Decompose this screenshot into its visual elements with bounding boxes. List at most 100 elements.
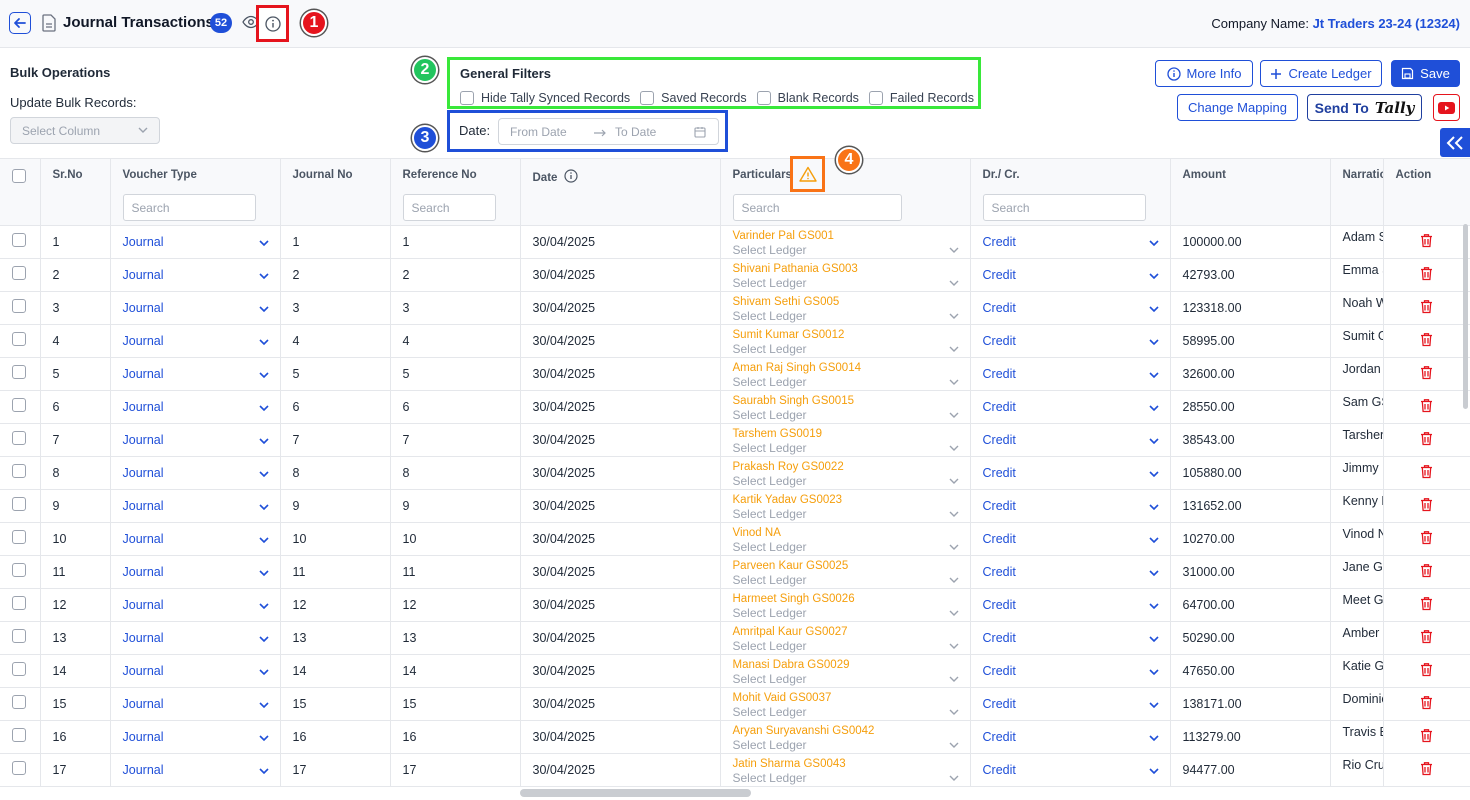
narration-cell[interactable]: Katie G bbox=[1330, 654, 1384, 688]
table-row[interactable]: 12 Journal 12 12 30/04/2025 Harmeet Singh GS0… bbox=[0, 588, 1470, 622]
change-mapping-button[interactable]: Change Mapping bbox=[1177, 94, 1298, 121]
table-row[interactable]: 5 Journal 5 5 30/04/2025 Aman Raj Singh GS001… bbox=[0, 357, 1470, 391]
voucher-type-dropdown[interactable]: Journal bbox=[110, 357, 281, 391]
horizontal-scrollbar[interactable] bbox=[520, 789, 751, 797]
amount-cell[interactable]: 10270.00 bbox=[1170, 522, 1331, 556]
amount-cell[interactable]: 31000.00 bbox=[1170, 555, 1331, 589]
amount-cell[interactable]: 42793.00 bbox=[1170, 258, 1331, 292]
row-checkbox[interactable] bbox=[12, 299, 26, 313]
delete-row-button[interactable] bbox=[1420, 233, 1433, 251]
particulars-ledger-dropdown[interactable]: Kartik Yadav GS0023 Select Ledger bbox=[720, 489, 971, 523]
amount-cell[interactable]: 105880.00 bbox=[1170, 456, 1331, 490]
row-checkbox[interactable] bbox=[12, 332, 26, 346]
particulars-search-input[interactable]: Search bbox=[732, 194, 902, 221]
filter-hide-tally-synced[interactable]: Hide Tally Synced Records bbox=[460, 91, 630, 105]
particulars-ledger-dropdown[interactable]: Saurabh Singh GS0015 Select Ledger bbox=[720, 390, 971, 424]
delete-row-button[interactable] bbox=[1420, 299, 1433, 317]
row-checkbox[interactable] bbox=[12, 398, 26, 412]
table-row[interactable]: 13 Journal 13 13 30/04/2025 Amritpal Kaur GS0… bbox=[0, 621, 1470, 655]
amount-cell[interactable]: 113279.00 bbox=[1170, 720, 1331, 754]
delete-row-button[interactable] bbox=[1420, 332, 1433, 350]
voucher-type-search-input[interactable]: Search bbox=[122, 194, 256, 221]
dr-cr-dropdown[interactable]: Credit bbox=[970, 687, 1171, 721]
voucher-type-dropdown[interactable]: Journal bbox=[110, 390, 281, 424]
amount-cell[interactable]: 58995.00 bbox=[1170, 324, 1331, 358]
narration-cell[interactable]: Jordan bbox=[1330, 357, 1384, 391]
voucher-type-dropdown[interactable]: Journal bbox=[110, 687, 281, 721]
amount-cell[interactable]: 64700.00 bbox=[1170, 588, 1331, 622]
from-date-placeholder[interactable]: From Date bbox=[510, 125, 567, 139]
row-checkbox[interactable] bbox=[12, 266, 26, 280]
dr-cr-dropdown[interactable]: Credit bbox=[970, 555, 1171, 589]
amount-cell[interactable]: 131652.00 bbox=[1170, 489, 1331, 523]
table-row[interactable]: 3 Journal 3 3 30/04/2025 Shivam Sethi GS005 Se… bbox=[0, 291, 1470, 325]
voucher-type-dropdown[interactable]: Journal bbox=[110, 522, 281, 556]
row-checkbox[interactable] bbox=[12, 629, 26, 643]
particulars-ledger-dropdown[interactable]: Harmeet Singh GS0026 Select Ledger bbox=[720, 588, 971, 622]
voucher-type-dropdown[interactable]: Journal bbox=[110, 258, 281, 292]
vertical-scrollbar[interactable] bbox=[1463, 224, 1468, 409]
narration-cell[interactable]: Sumit G bbox=[1330, 324, 1384, 358]
table-row[interactable]: 2 Journal 2 2 30/04/2025 Shivani Pathania GS0… bbox=[0, 258, 1470, 292]
info-button[interactable] bbox=[256, 5, 289, 42]
row-checkbox[interactable] bbox=[12, 233, 26, 247]
dr-cr-search-input[interactable]: Search bbox=[982, 194, 1146, 221]
voucher-type-dropdown[interactable]: Journal bbox=[110, 720, 281, 754]
row-checkbox[interactable] bbox=[12, 365, 26, 379]
dr-cr-dropdown[interactable]: Credit bbox=[970, 225, 1171, 259]
table-row[interactable]: 17 Journal 17 17 30/04/2025 Jatin Sharma GS00… bbox=[0, 753, 1470, 787]
dr-cr-dropdown[interactable]: Credit bbox=[970, 258, 1171, 292]
to-date-placeholder[interactable]: To Date bbox=[615, 125, 656, 139]
narration-cell[interactable]: Kenny N bbox=[1330, 489, 1384, 523]
table-row[interactable]: 9 Journal 9 9 30/04/2025 Kartik Yadav GS0023 S… bbox=[0, 489, 1470, 523]
delete-row-button[interactable] bbox=[1420, 398, 1433, 416]
row-checkbox[interactable] bbox=[12, 563, 26, 577]
calendar-icon[interactable] bbox=[694, 126, 706, 138]
dr-cr-dropdown[interactable]: Credit bbox=[970, 390, 1171, 424]
narration-cell[interactable]: Rio Cru bbox=[1330, 753, 1384, 787]
dr-cr-dropdown[interactable]: Credit bbox=[970, 654, 1171, 688]
row-checkbox[interactable] bbox=[12, 497, 26, 511]
row-checkbox[interactable] bbox=[12, 728, 26, 742]
narration-cell[interactable]: Sam GS bbox=[1330, 390, 1384, 424]
particulars-ledger-dropdown[interactable]: Tarshem GS0019 Select Ledger bbox=[720, 423, 971, 457]
table-row[interactable]: 16 Journal 16 16 30/04/2025 Aryan Suryavanshi… bbox=[0, 720, 1470, 754]
delete-row-button[interactable] bbox=[1420, 629, 1433, 647]
filter-blank-records[interactable]: Blank Records bbox=[756, 91, 859, 105]
checkbox[interactable] bbox=[756, 91, 771, 105]
row-checkbox[interactable] bbox=[12, 464, 26, 478]
send-to-tally-button[interactable]: Send To Tally bbox=[1307, 94, 1422, 121]
table-row[interactable]: 6 Journal 6 6 30/04/2025 Saurabh Singh GS0015… bbox=[0, 390, 1470, 424]
delete-row-button[interactable] bbox=[1420, 662, 1433, 680]
amount-cell[interactable]: 32600.00 bbox=[1170, 357, 1331, 391]
delete-row-button[interactable] bbox=[1420, 431, 1433, 449]
collapse-panel-button[interactable] bbox=[1440, 128, 1470, 157]
particulars-ledger-dropdown[interactable]: Aryan Suryavanshi GS0042 Select Ledger bbox=[720, 720, 971, 754]
delete-row-button[interactable] bbox=[1420, 728, 1433, 746]
checkbox[interactable] bbox=[640, 91, 655, 105]
particulars-ledger-dropdown[interactable]: Shivani Pathania GS003 Select Ledger bbox=[720, 258, 971, 292]
amount-cell[interactable]: 138171.00 bbox=[1170, 687, 1331, 721]
delete-row-button[interactable] bbox=[1420, 563, 1433, 581]
particulars-ledger-dropdown[interactable]: Amritpal Kaur GS0027 Select Ledger bbox=[720, 621, 971, 655]
narration-cell[interactable]: Adam S bbox=[1330, 225, 1384, 259]
particulars-warning-button[interactable] bbox=[790, 156, 825, 192]
narration-cell[interactable]: Noah W bbox=[1330, 291, 1384, 325]
narration-cell[interactable]: Meet G bbox=[1330, 588, 1384, 622]
save-button[interactable]: Save bbox=[1391, 60, 1460, 87]
particulars-ledger-dropdown[interactable]: Manasi Dabra GS0029 Select Ledger bbox=[720, 654, 971, 688]
narration-cell[interactable]: Dominic bbox=[1330, 687, 1384, 721]
dr-cr-dropdown[interactable]: Credit bbox=[970, 753, 1171, 787]
voucher-type-dropdown[interactable]: Journal bbox=[110, 753, 281, 787]
narration-cell[interactable]: Tarshen bbox=[1330, 423, 1384, 457]
dr-cr-dropdown[interactable]: Credit bbox=[970, 291, 1171, 325]
particulars-ledger-dropdown[interactable]: Aman Raj Singh GS0014 Select Ledger bbox=[720, 357, 971, 391]
table-row[interactable]: 10 Journal 10 10 30/04/2025 Vinod NA Select Le… bbox=[0, 522, 1470, 556]
dr-cr-dropdown[interactable]: Credit bbox=[970, 588, 1171, 622]
delete-row-button[interactable] bbox=[1420, 596, 1433, 614]
dr-cr-dropdown[interactable]: Credit bbox=[970, 522, 1171, 556]
particulars-ledger-dropdown[interactable]: Jatin Sharma GS0043 Select Ledger bbox=[720, 753, 971, 787]
delete-row-button[interactable] bbox=[1420, 497, 1433, 515]
narration-cell[interactable]: Vinod N bbox=[1330, 522, 1384, 556]
delete-row-button[interactable] bbox=[1420, 266, 1433, 284]
